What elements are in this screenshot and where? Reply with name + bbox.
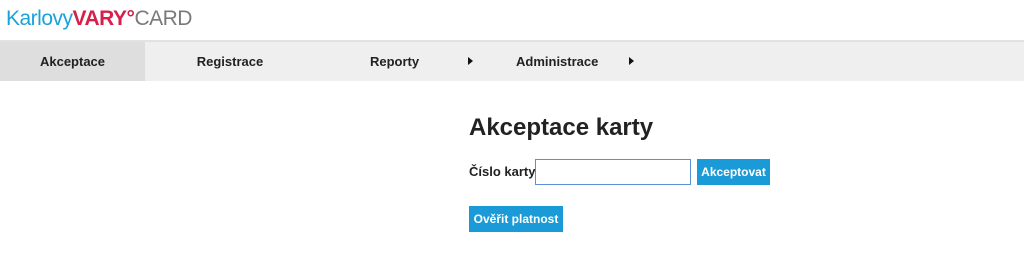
page-title: Akceptace karty (469, 114, 654, 141)
nav-item-administrace[interactable]: Administrace (516, 42, 646, 81)
nav-item-label: Reporty (370, 54, 420, 69)
verify-validity-button[interactable]: Ověřit platnost (469, 206, 563, 232)
logo-card: CARD (134, 7, 192, 30)
chevron-right-icon (468, 57, 473, 65)
logo-vary: VARY° (72, 7, 135, 30)
accept-button[interactable]: Akceptovat (697, 159, 770, 185)
nav-item-label: Administrace (516, 54, 599, 69)
chevron-right-icon (629, 57, 634, 65)
karlovy-vary-card-logo[interactable]: KarlovyVARY°CARD (6, 6, 192, 32)
card-number-input[interactable] (535, 159, 691, 185)
header: KarlovyVARY°CARD (0, 0, 1024, 40)
nav-item-akceptace[interactable]: Akceptace (0, 42, 145, 81)
nav-item-registrace[interactable]: Registrace (145, 42, 315, 81)
main-nav: Akceptace Registrace Reporty Administrac… (0, 40, 1024, 81)
nav-item-label: Registrace (196, 54, 264, 69)
nav-item-label: Akceptace (39, 54, 106, 69)
nav-item-reporty[interactable]: Reporty (370, 42, 480, 81)
logo-karlovy: Karlovy (6, 7, 73, 30)
card-number-label: Číslo karty (469, 164, 536, 179)
